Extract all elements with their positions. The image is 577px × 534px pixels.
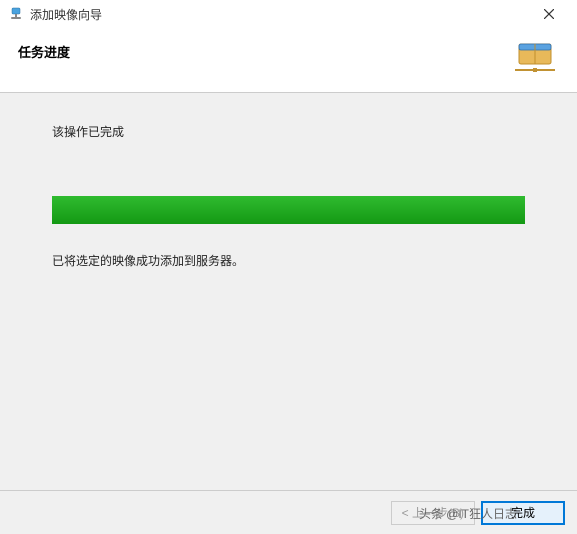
wizard-step-title: 任务进度 <box>18 38 511 61</box>
package-icon <box>511 38 559 78</box>
wizard-footer: < 上一步(B) 完成 头条 @IT狂人日志 <box>0 490 577 534</box>
status-text: 该操作已完成 <box>52 123 525 140</box>
progress-bar <box>52 196 525 224</box>
titlebar: 添加映像向导 <box>0 0 577 28</box>
result-text: 已将选定的映像成功添加到服务器。 <box>52 252 525 269</box>
finish-button[interactable]: 完成 <box>481 501 565 525</box>
close-button[interactable] <box>529 2 569 26</box>
window-title: 添加映像向导 <box>30 6 529 23</box>
wizard-header: 任务进度 <box>0 28 577 93</box>
wizard-content: 该操作已完成 已将选定的映像成功添加到服务器。 <box>0 93 577 491</box>
app-icon <box>8 6 24 22</box>
back-button: < 上一步(B) <box>391 501 475 525</box>
